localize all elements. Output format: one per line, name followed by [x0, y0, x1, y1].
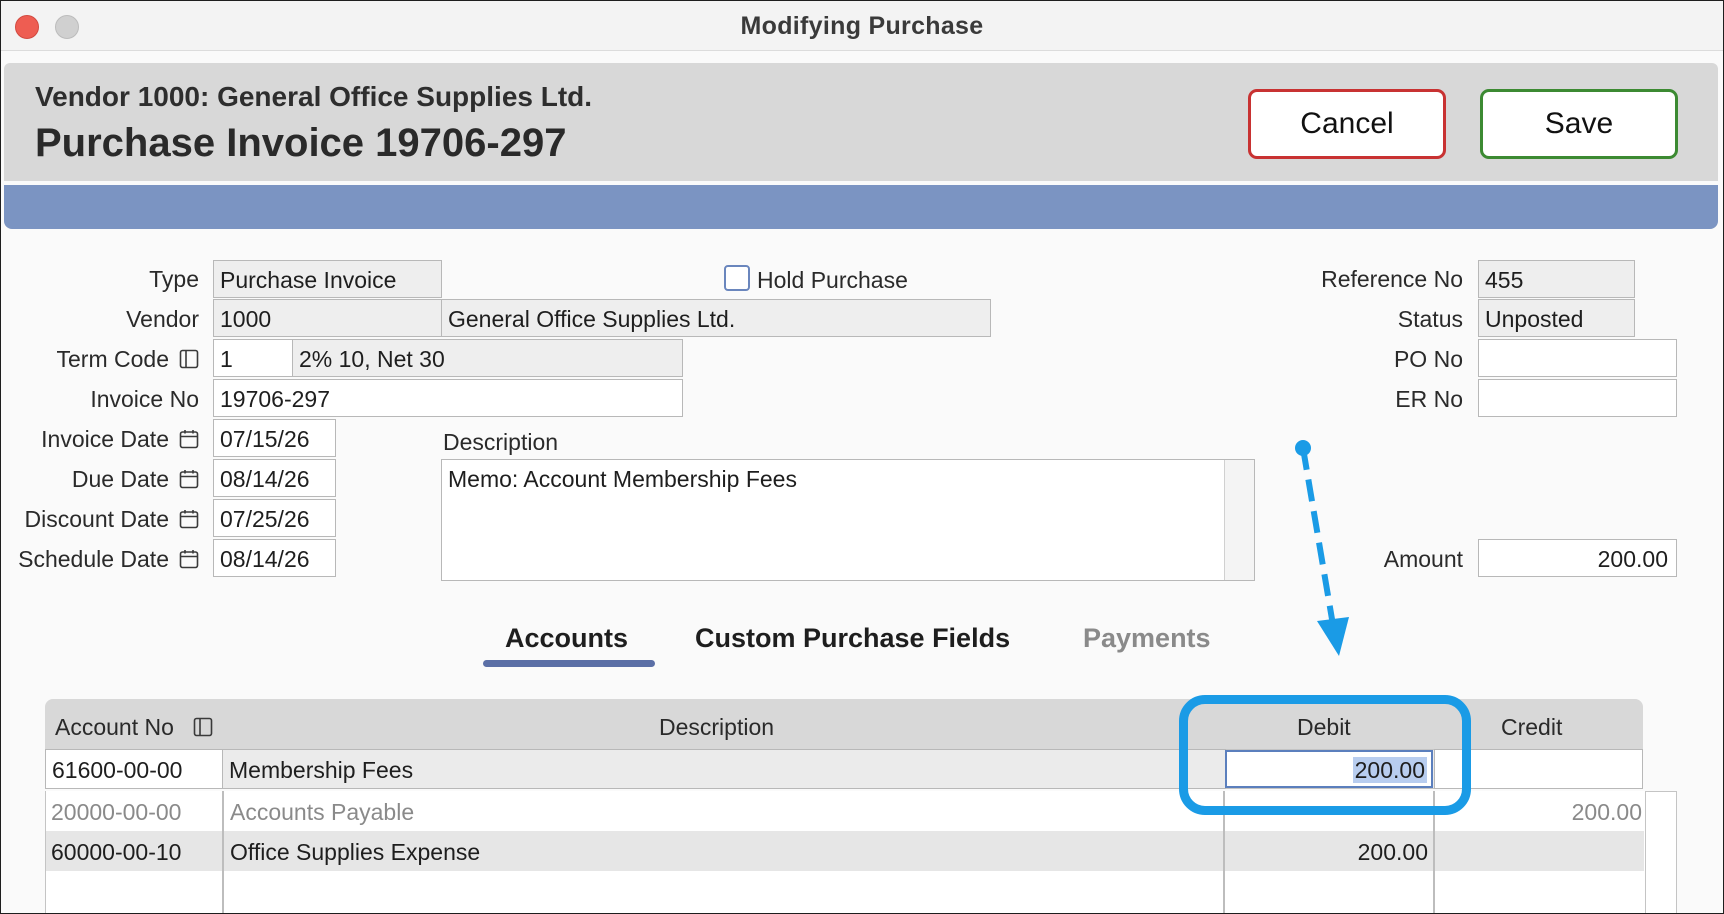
- reference-no-label: Reference No: [1321, 266, 1463, 292]
- document-header: Vendor 1000: General Office Supplies Ltd…: [4, 63, 1718, 181]
- hold-purchase-checkbox[interactable]: [724, 265, 750, 291]
- modifying-purchase-window: Modifying Purchase Vendor 1000: General …: [0, 0, 1724, 914]
- header-accent-band: [4, 185, 1718, 229]
- invoice-date-label: Invoice Date: [41, 426, 169, 452]
- calendar-icon[interactable]: [179, 549, 199, 569]
- status-field: Unposted: [1478, 299, 1635, 337]
- window-title: Modifying Purchase: [740, 12, 984, 40]
- term-code-field[interactable]: 1: [213, 339, 293, 377]
- active-tab-indicator: [483, 660, 655, 667]
- invoice-no-label: Invoice No: [90, 386, 199, 412]
- lookup-list-icon[interactable]: [179, 349, 199, 369]
- description-text: Memo: Account Membership Fees: [448, 466, 797, 492]
- calendar-icon[interactable]: [179, 469, 199, 489]
- reference-no-field: 455: [1478, 260, 1635, 298]
- amount-label: Amount: [1383, 546, 1463, 572]
- discount-date-field[interactable]: 07/25/26: [213, 499, 336, 537]
- po-no-field[interactable]: [1478, 339, 1677, 377]
- tab-payments[interactable]: Payments: [1083, 623, 1211, 654]
- edit-account-no-cell[interactable]: 61600-00-00: [45, 749, 223, 789]
- save-button[interactable]: Save: [1480, 89, 1678, 159]
- table-row[interactable]: 20000-00-00 Accounts Payable 200.00: [46, 791, 1644, 831]
- type-field[interactable]: Purchase Invoice: [213, 260, 442, 298]
- row-description: Office Supplies Expense: [230, 839, 481, 865]
- accounts-grid-header: [45, 699, 1643, 749]
- status-label: Status: [1397, 306, 1463, 332]
- accounts-grid-body: 20000-00-00 Accounts Payable 200.00 6000…: [45, 791, 1647, 913]
- title-bar: Modifying Purchase: [1, 1, 1723, 51]
- column-divider: [1223, 791, 1225, 913]
- debit-selected-value: 200.00: [1352, 757, 1427, 783]
- schedule-date-label: Schedule Date: [18, 546, 169, 572]
- grid-scrollbar[interactable]: [1645, 791, 1677, 913]
- description-scrollbar[interactable]: [1224, 460, 1254, 580]
- term-code-label: Term Code: [56, 346, 169, 372]
- lookup-list-icon[interactable]: [193, 717, 213, 737]
- row-credit: 200.00: [1571, 799, 1642, 825]
- edit-debit-cell[interactable]: 200.00: [1225, 750, 1433, 788]
- po-no-label: PO No: [1393, 346, 1463, 372]
- row-account-no: 60000-00-10: [51, 839, 182, 865]
- edit-credit-cell[interactable]: [1434, 749, 1643, 789]
- edit-description-cell[interactable]: Membership Fees: [222, 749, 1226, 789]
- calendar-icon[interactable]: [179, 429, 199, 449]
- document-title: Purchase Invoice 19706-297: [35, 121, 567, 165]
- column-header-description[interactable]: Description: [659, 714, 774, 741]
- invoice-no-field[interactable]: 19706-297: [213, 379, 683, 417]
- vendor-code-field[interactable]: 1000: [213, 299, 442, 337]
- type-label: Type: [149, 266, 199, 292]
- row-description: Accounts Payable: [230, 799, 415, 825]
- column-header-credit[interactable]: Credit: [1501, 714, 1562, 741]
- description-textarea[interactable]: Memo: Account Membership Fees: [441, 459, 1255, 581]
- tab-accounts[interactable]: Accounts: [505, 623, 628, 654]
- due-date-label: Due Date: [71, 466, 169, 492]
- vendor-name-field: General Office Supplies Ltd.: [441, 299, 991, 337]
- description-label: Description: [443, 429, 559, 455]
- er-no-field[interactable]: [1478, 379, 1677, 417]
- calendar-icon[interactable]: [179, 509, 199, 529]
- tab-custom-purchase-fields[interactable]: Custom Purchase Fields: [695, 623, 1010, 654]
- term-description-field: 2% 10, Net 30: [292, 339, 683, 377]
- invoice-date-field[interactable]: 07/15/26: [213, 419, 336, 457]
- row-account-no: 20000-00-00: [51, 799, 182, 825]
- hold-purchase-label: Hold Purchase: [757, 267, 908, 293]
- due-date-field[interactable]: 08/14/26: [213, 459, 336, 497]
- er-no-label: ER No: [1395, 386, 1463, 412]
- discount-date-label: Discount Date: [24, 506, 169, 532]
- vendor-label: Vendor: [126, 306, 199, 332]
- column-header-account-no[interactable]: Account No: [55, 714, 174, 741]
- amount-field[interactable]: 200.00: [1478, 539, 1677, 577]
- cancel-button[interactable]: Cancel: [1248, 89, 1446, 159]
- table-row[interactable]: 60000-00-10 Office Supplies Expense 200.…: [46, 831, 1644, 871]
- column-header-debit[interactable]: Debit: [1297, 714, 1351, 741]
- vendor-heading: Vendor 1000: General Office Supplies Ltd…: [35, 81, 593, 112]
- schedule-date-field[interactable]: 08/14/26: [213, 539, 336, 577]
- row-debit: 200.00: [1357, 839, 1428, 865]
- column-divider: [1433, 791, 1435, 913]
- column-divider: [222, 791, 224, 913]
